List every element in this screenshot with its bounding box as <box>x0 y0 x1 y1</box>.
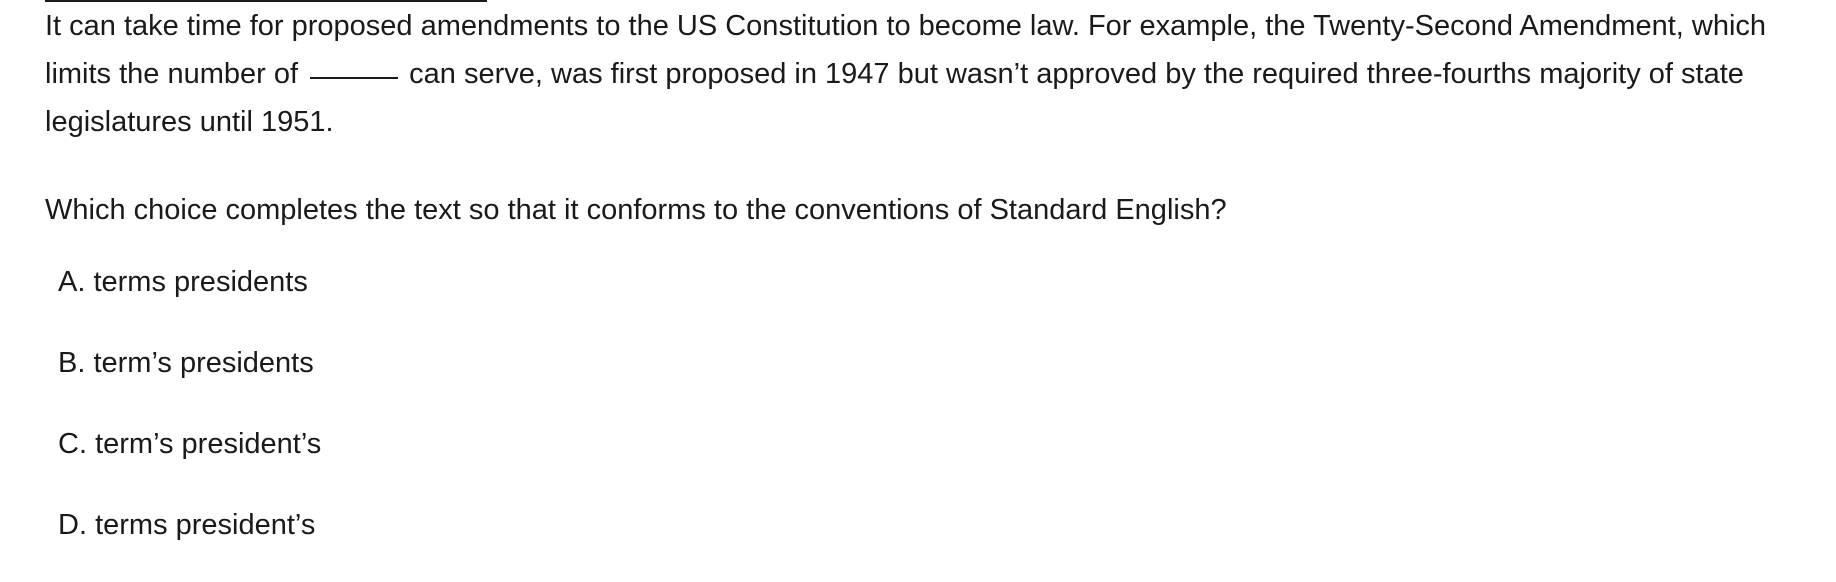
choice-text: terms presidents <box>93 266 308 298</box>
choice-b[interactable]: B. term’s presidents <box>58 339 321 387</box>
choice-letter: C. <box>58 428 87 460</box>
choice-letter: B. <box>58 347 86 379</box>
passage-text-after: can serve, was first proposed in 1947 bu… <box>45 58 1744 138</box>
choice-text: term’s president’s <box>95 428 322 460</box>
choice-text: term’s presidents <box>93 347 314 379</box>
choice-c[interactable]: C. term’s president’s <box>58 420 321 468</box>
question-prompt: Which choice completes the text so that … <box>45 194 1227 226</box>
passage-text: It can take time for proposed amendments… <box>45 2 1805 146</box>
choice-a[interactable]: A. terms presidents <box>58 258 321 306</box>
choice-letter: A. <box>58 266 86 298</box>
choice-d[interactable]: D. terms president’s <box>58 501 321 549</box>
answer-choices: A. terms presidents B. term’s presidents… <box>58 258 321 582</box>
answer-blank <box>310 77 399 79</box>
choice-letter: D. <box>58 509 87 541</box>
choice-text: terms president’s <box>95 509 316 541</box>
